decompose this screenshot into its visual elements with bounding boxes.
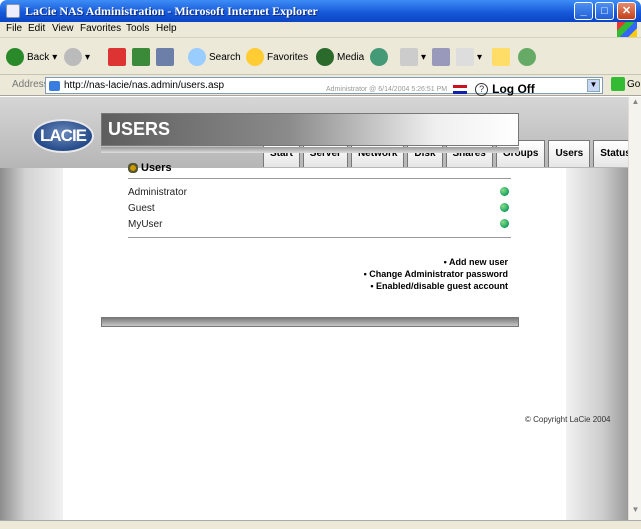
users-section-title: Users [141,162,172,174]
go-button[interactable]: Go [611,77,640,91]
user-actions: • Add new user • Change Administrator pa… [330,256,508,292]
users-icon [128,163,138,173]
tab-users[interactable]: Users [548,140,591,167]
menu-help[interactable]: Help [156,23,177,34]
chevron-down-icon[interactable]: ▼ [587,79,600,92]
status-ok-icon [500,187,509,196]
tab-status[interactable]: Status [593,140,628,167]
menu-file[interactable]: File [6,23,22,34]
user-row-administrator[interactable]: Administrator [128,187,511,198]
edit-page-icon [456,48,474,66]
favorites-star-icon [246,48,264,66]
search-button[interactable]: Search [188,47,241,67]
add-user-link[interactable]: • Add new user [330,256,508,268]
edit-button[interactable]: ▾ [456,47,482,67]
user-row-guest[interactable]: Guest [128,203,511,214]
logoff-link[interactable]: Log Off [492,82,535,96]
mail-icon [400,48,418,66]
left-decor-column [0,168,63,520]
stop-icon [108,48,126,66]
window-title: LaCie NAS Administration - Microsoft Int… [25,4,318,18]
user-name[interactable]: Guest [128,203,155,214]
address-url: http://nas-lacie/nas.admin/users.asp [64,80,225,91]
menu-edit[interactable]: Edit [28,23,45,34]
status-ok-icon [500,219,509,228]
history-button[interactable] [370,47,391,67]
media-label: Media [337,51,365,63]
right-decor-column [566,168,628,520]
change-admin-password-link[interactable]: • Change Administrator password [330,268,508,280]
menu-view[interactable]: View [52,23,74,34]
scroll-down-icon[interactable]: ▼ [629,505,641,518]
folder-icon [492,48,510,66]
address-bar: Address http://nas-lacie/nas.admin/users… [0,75,641,96]
search-label: Search [209,51,241,63]
copyright: © Copyright LaCie 2004 [525,415,611,424]
divider [128,237,511,238]
search-icon [188,48,206,66]
media-button[interactable]: Media [316,47,364,67]
maximize-button[interactable]: □ [595,2,614,20]
users-section-header: Users [128,162,172,174]
status-bar [0,520,641,529]
banner-shadow [101,147,519,153]
menu-tools[interactable]: Tools [126,23,149,34]
help-icon[interactable]: ? [475,82,489,96]
user-name[interactable]: Administrator [128,187,187,198]
ie-icon [6,4,20,18]
vertical-scrollbar[interactable]: ▲ ▼ [628,97,641,520]
user-name[interactable]: MyUser [128,219,162,230]
page-content: LACIE Start Server Network Disk Shares G… [0,97,628,520]
page-title: USERS [101,113,519,153]
media-icon [316,48,334,66]
forward-button[interactable]: ▾ [64,47,90,67]
page-title-text: USERS [108,119,171,139]
session-user-time: Administrator @ 6/14/2004 5:26:51 PM [326,85,448,93]
messenger-button[interactable] [518,47,539,67]
lacie-logo: LACIE [32,119,94,153]
refresh-button[interactable] [132,47,153,67]
menu-favorites[interactable]: Favorites [80,23,121,34]
windows-flag-icon [617,22,637,37]
session-info: Administrator @ 6/14/2004 5:26:51 PM ? L… [326,82,535,96]
scroll-up-icon[interactable]: ▲ [629,97,641,110]
stop-button[interactable] [108,47,129,67]
uk-flag-icon[interactable] [453,84,468,94]
address-label: Address [12,79,49,90]
mail-button[interactable]: ▾ [400,47,426,67]
refresh-icon [132,48,150,66]
page-icon [49,81,60,91]
favorites-button[interactable]: Favorites [246,47,308,67]
divider [128,178,511,179]
go-arrow-icon [611,77,625,91]
discuss-button[interactable] [492,47,513,67]
back-arrow-icon [6,48,24,66]
footer-bar [101,317,519,327]
toggle-guest-account-link[interactable]: • Enabled/disable guest account [330,280,508,292]
favorites-label: Favorites [267,51,309,63]
back-button[interactable]: Back ▾ [6,47,57,67]
minimize-button[interactable]: _ [574,2,593,20]
history-icon [370,48,388,66]
toolbar: Back ▾ ▾ Search Favorites Media ▾ ▾ [0,38,641,75]
messenger-icon [518,48,536,66]
print-icon [432,48,450,66]
close-button[interactable]: ✕ [617,2,636,20]
forward-arrow-icon [64,48,82,66]
user-row-myuser[interactable]: MyUser [128,219,511,230]
print-button[interactable] [432,47,453,67]
menu-bar: File Edit View Favorites Tools Help [0,22,641,38]
status-ok-icon [500,203,509,212]
home-icon [156,48,174,66]
window-titlebar: LaCie NAS Administration - Microsoft Int… [0,0,641,22]
back-label: Back [27,51,50,63]
home-button[interactable] [156,47,177,67]
go-label: Go [627,78,641,90]
